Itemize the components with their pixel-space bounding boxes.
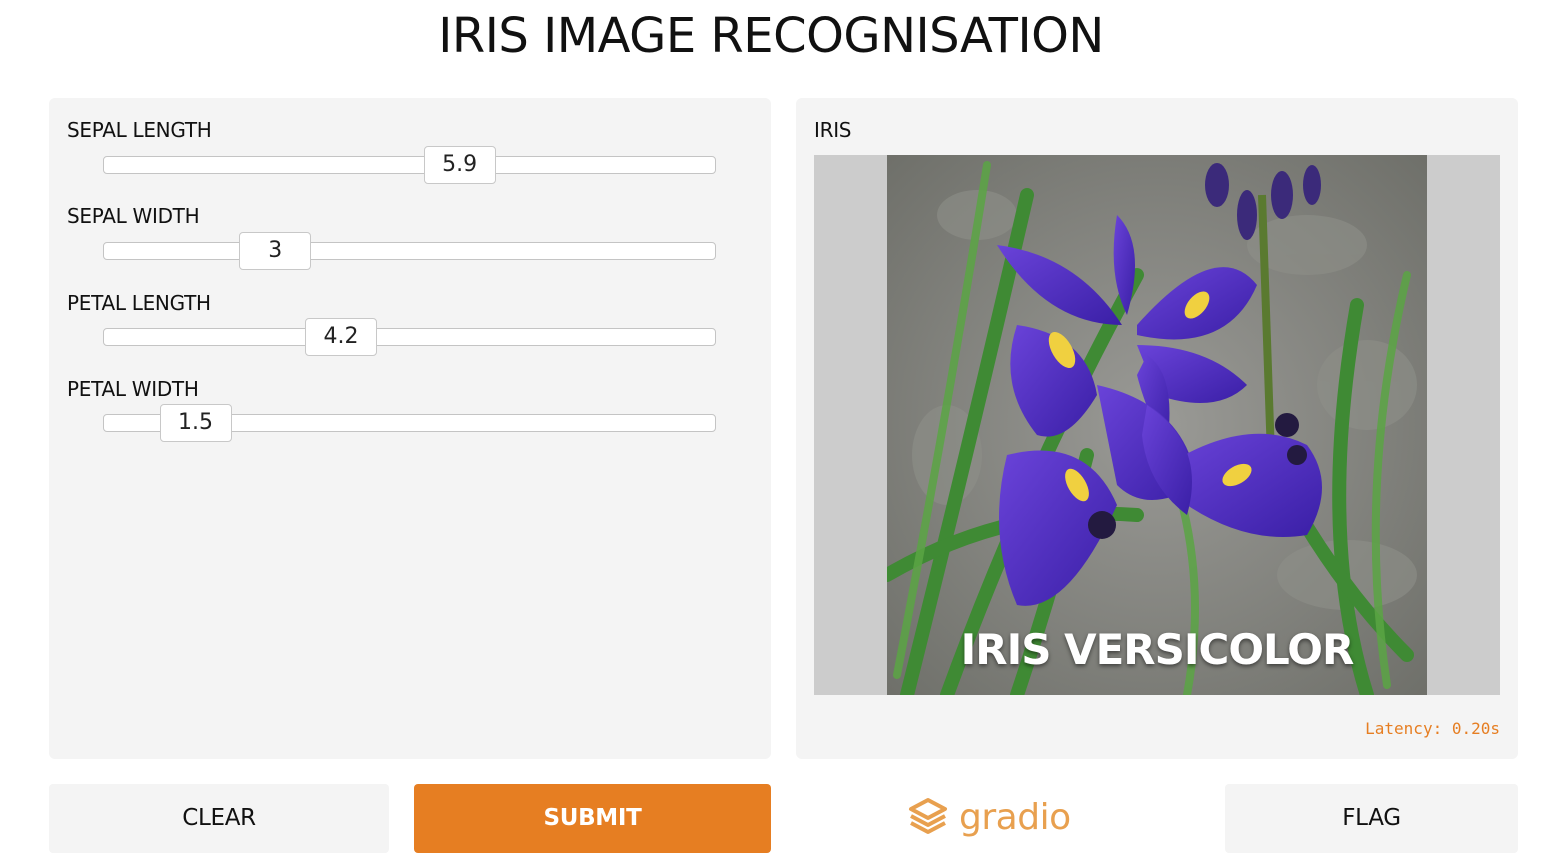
petal-width-slider[interactable]: 1.5 <box>103 404 716 442</box>
output-panel: IRIS IRIS VERSICOLOR Latency: 0.20s <box>796 98 1518 759</box>
submit-button[interactable]: SUBMIT <box>414 784 771 853</box>
sepal-length-slider[interactable]: 5.9 <box>103 146 716 184</box>
gradio-logo-text: gradio <box>959 796 1071 838</box>
sepal-width-label: SEPAL WIDTH <box>67 204 200 228</box>
sepal-width-handle[interactable]: 3 <box>239 232 312 270</box>
sepal-length-handle[interactable]: 5.9 <box>423 146 496 184</box>
sepal-length-label: SEPAL LENGTH <box>67 118 212 142</box>
gradio-logo-icon <box>909 798 947 834</box>
petal-length-label: PETAL LENGTH <box>67 291 211 315</box>
petal-length-handle[interactable]: 4.2 <box>305 318 378 356</box>
iris-flower-image <box>887 155 1427 695</box>
image-caption: IRIS VERSICOLOR <box>960 625 1355 674</box>
output-label: IRIS <box>814 118 852 142</box>
flag-button[interactable]: FLAG <box>1225 784 1518 853</box>
input-panel: SEPAL LENGTH 5.9 SEPAL WIDTH 3 PETAL LEN… <box>49 98 771 759</box>
sepal-width-slider[interactable]: 3 <box>103 232 716 270</box>
latency-readout: Latency: 0.20s <box>1365 719 1500 738</box>
petal-width-label: PETAL WIDTH <box>67 377 199 401</box>
output-image-frame: IRIS VERSICOLOR <box>814 155 1500 695</box>
gradio-logo[interactable]: gradio <box>905 792 1071 842</box>
petal-width-handle[interactable]: 1.5 <box>159 404 232 442</box>
clear-button[interactable]: CLEAR <box>49 784 389 853</box>
page-title: IRIS IMAGE RECOGNISATION <box>438 8 1104 64</box>
petal-length-slider[interactable]: 4.2 <box>103 318 716 356</box>
